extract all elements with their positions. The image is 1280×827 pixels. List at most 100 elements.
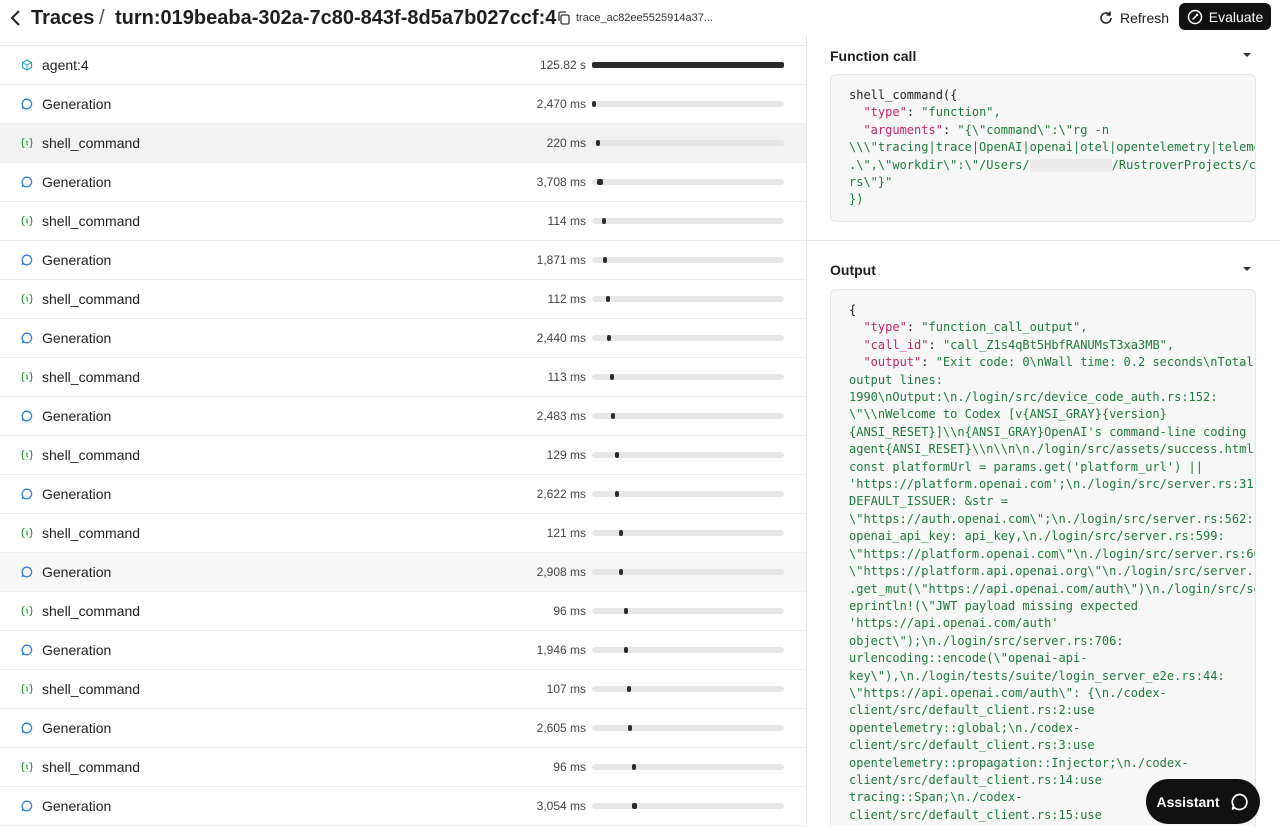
span-duration: 129 ms [546, 448, 586, 462]
chevron-left-icon[interactable] [6, 8, 26, 28]
span-name: shell_command [42, 447, 141, 463]
span-row[interactable]: shell_command 121 ms [0, 514, 806, 553]
span-row[interactable]: shell_command 114 ms [0, 202, 806, 241]
span-duration: 2,622 ms [536, 487, 586, 501]
span-row[interactable]: shell_command 113 ms [0, 358, 806, 397]
span-timeline-track [592, 491, 784, 497]
agent-icon [21, 59, 33, 71]
generation-icon [21, 410, 33, 422]
span-duration: 121 ms [546, 526, 586, 540]
span-name: shell_command [42, 603, 141, 619]
span-name: shell_command [42, 759, 141, 775]
function-icon [21, 527, 33, 539]
span-row[interactable]: Generation 2,908 ms [0, 553, 806, 592]
span-timeline-bar [632, 803, 637, 809]
generation-icon [21, 722, 33, 734]
breadcrumb-traces[interactable]: Traces [31, 4, 94, 32]
span-row[interactable]: Generation 2,483 ms [0, 397, 806, 436]
span-duration: 2,470 ms [536, 97, 586, 111]
span-row[interactable]: Generation 2,440 ms [0, 319, 806, 358]
chevron-down-icon[interactable] [1242, 50, 1252, 60]
span-name: shell_command [42, 291, 141, 307]
output-code: { "type": "function_call_output", "call_… [830, 289, 1256, 826]
function-icon [21, 215, 33, 227]
chevron-down-icon[interactable] [1242, 264, 1252, 274]
span-timeline-bar [619, 530, 623, 536]
refresh-icon [1100, 11, 1112, 24]
span-name: Generation [42, 174, 112, 190]
span-row[interactable]: Generation 2,470 ms [0, 85, 806, 124]
generation-icon [21, 566, 33, 578]
copy-icon[interactable] [556, 10, 572, 26]
span-timeline-bar [610, 374, 614, 380]
refresh-label: Refresh [1120, 10, 1170, 26]
span-detail-panel: Function call shell_command({ "type": "f… [807, 36, 1280, 826]
span-timeline-track [592, 413, 784, 419]
function-icon [21, 137, 33, 149]
span-name: shell_command [42, 213, 141, 229]
span-timeline-track [592, 530, 784, 536]
span-timeline-bar [592, 101, 596, 107]
span-name: Generation [42, 720, 112, 736]
span-timeline-bar [624, 647, 628, 653]
span-timeline-bar [632, 764, 636, 770]
span-timeline-bar [606, 296, 610, 302]
span-timeline-bar [628, 725, 632, 731]
span-row[interactable]: shell_command 112 ms [0, 280, 806, 319]
span-name: Generation [42, 330, 112, 346]
function-call-heading: Function call [830, 48, 917, 64]
span-timeline-track [592, 101, 784, 107]
generation-icon [21, 644, 33, 656]
span-timeline-track [592, 803, 784, 809]
span-timeline-track [592, 452, 784, 458]
redacted-block [1029, 158, 1112, 172]
evaluate-label: Evaluate [1208, 8, 1264, 25]
span-row[interactable]: Generation 3,708 ms [0, 163, 806, 202]
span-duration: 125.82 s [539, 58, 586, 72]
span-name: Generation [42, 252, 112, 268]
span-row[interactable]: shell_command 107 ms [0, 670, 806, 709]
section-divider [807, 240, 1280, 241]
span-timeline-bar [603, 257, 607, 263]
assistant-button[interactable]: Assistant [1146, 779, 1260, 824]
span-row[interactable]: shell_command 129 ms [0, 436, 806, 475]
function-call-json: shell_command({ "type": "function", "arg… [849, 88, 1256, 207]
chat-bubble-icon [1231, 793, 1248, 810]
span-name: shell_command [42, 135, 141, 151]
span-row[interactable]: Generation 1,871 ms [0, 241, 806, 280]
span-row[interactable]: Generation 3,054 ms [0, 787, 806, 826]
span-timeline-track [592, 62, 784, 68]
span-row[interactable]: shell_command 96 ms [0, 748, 806, 787]
function-icon [21, 761, 33, 773]
span-timeline-track [592, 179, 784, 185]
span-timeline-bar [602, 218, 606, 224]
span-row[interactable]: shell_command 220 ms [0, 124, 806, 163]
span-name: agent:4 [42, 57, 89, 73]
span-timeline-bar [627, 686, 631, 692]
span-timeline-track [592, 608, 784, 614]
function-icon [21, 293, 33, 305]
span-row[interactable]: agent:4 125.82 s [0, 46, 806, 85]
span-timeline-track [592, 140, 784, 146]
function-call-code: shell_command({ "type": "function", "arg… [830, 74, 1256, 222]
span-timeline-track [592, 218, 784, 224]
span-timeline-track [592, 764, 784, 770]
span-timeline-bar [597, 179, 603, 185]
span-name: Generation [42, 642, 112, 658]
span-timeline-track [592, 686, 784, 692]
generation-icon [21, 800, 33, 812]
span-duration: 1,871 ms [536, 253, 586, 267]
span-duration: 112 ms [547, 292, 586, 306]
span-name: shell_command [42, 369, 141, 385]
span-row[interactable]: Generation 2,605 ms [0, 709, 806, 748]
evaluate-button[interactable]: Evaluate [1179, 3, 1271, 30]
span-row[interactable]: Generation 2,622 ms [0, 475, 806, 514]
span-row[interactable]: Generation 1,946 ms [0, 631, 806, 670]
trace-header: Traces / turn:019beaba-302a-7c80-843f-8d… [0, 0, 1280, 36]
span-duration: 2,440 ms [536, 331, 586, 345]
span-duration: 220 ms [546, 136, 586, 150]
span-duration: 2,605 ms [536, 721, 586, 735]
span-row[interactable]: shell_command 96 ms [0, 592, 806, 631]
refresh-button[interactable]: Refresh [1090, 6, 1177, 30]
function-icon [21, 449, 33, 461]
